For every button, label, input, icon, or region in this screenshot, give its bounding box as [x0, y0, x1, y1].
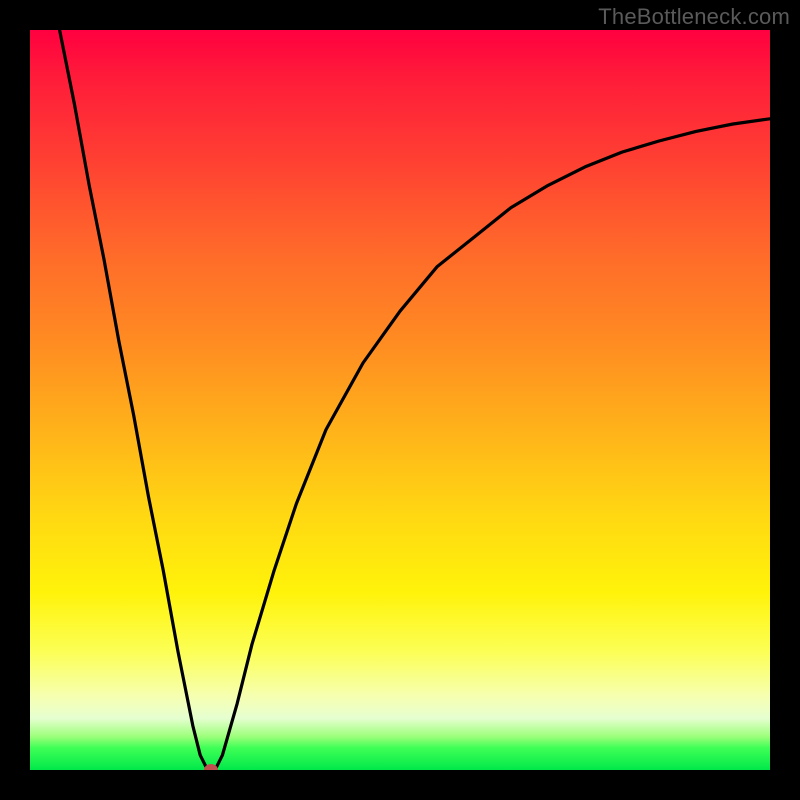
- bottleneck-curve: [30, 30, 770, 770]
- plot-area: [30, 30, 770, 770]
- optimal-point-marker: [204, 764, 218, 770]
- chart-frame: TheBottleneck.com: [0, 0, 800, 800]
- watermark-text: TheBottleneck.com: [598, 4, 790, 30]
